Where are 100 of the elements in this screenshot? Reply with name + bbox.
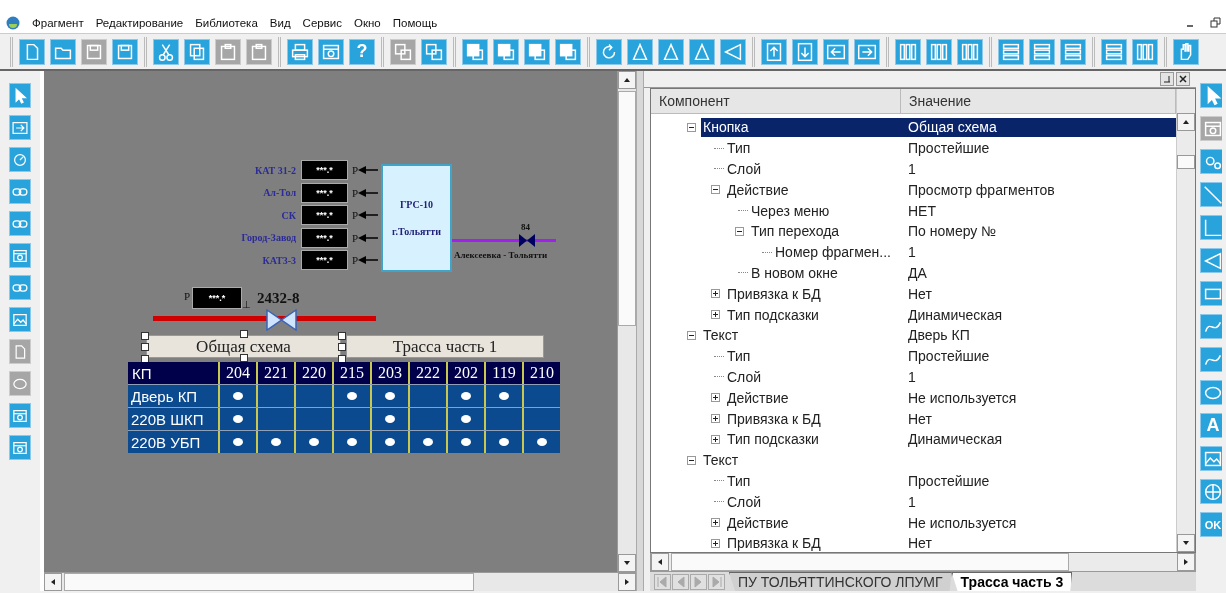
scroll-left-button[interactable] — [651, 553, 669, 571]
scroll-left-button[interactable] — [44, 573, 62, 591]
overlap-squares-icon[interactable] — [524, 38, 550, 65]
columns-icon[interactable] — [895, 38, 921, 65]
mirror-icon[interactable] — [689, 38, 715, 65]
corner-icon[interactable] — [1200, 215, 1222, 240]
expand-icon[interactable] — [710, 393, 720, 403]
collapse-icon[interactable] — [686, 330, 696, 340]
folder-icon[interactable] — [50, 38, 76, 65]
scroll-down-button[interactable] — [618, 554, 636, 572]
tree-row[interactable]: Кнопка Общая схема — [701, 117, 1176, 137]
cursor-icon[interactable] — [9, 83, 31, 108]
tree-row[interactable]: Привязка к БД Нет — [725, 533, 1176, 552]
tree-row[interactable]: Действие Просмотр фрагментов — [725, 180, 1176, 200]
scroll-right-button[interactable] — [618, 573, 636, 591]
tree-row[interactable]: Номер фрагмен... 1 — [773, 242, 1176, 262]
gear-icon[interactable] — [1200, 149, 1222, 174]
window-icon[interactable] — [9, 403, 31, 428]
picture-icon[interactable] — [1200, 446, 1222, 471]
arrow-down-icon[interactable] — [792, 38, 818, 65]
selection-handle[interactable] — [240, 330, 248, 338]
tree-row[interactable]: Через меню НЕТ — [749, 201, 1176, 221]
sheet-tab[interactable]: Трасса часть 3 — [951, 572, 1073, 591]
collapse-icon[interactable] — [734, 226, 744, 236]
expand-icon[interactable] — [710, 310, 720, 320]
rectangle-icon[interactable] — [1200, 281, 1222, 306]
menu-item[interactable]: Сервис — [302, 16, 342, 29]
line-icon[interactable] — [1200, 182, 1222, 207]
columns-icon[interactable] — [957, 38, 983, 65]
gauge-icon[interactable] — [9, 147, 31, 172]
tree-row[interactable]: Текст Дверь КП — [701, 325, 1176, 345]
tree-row[interactable]: Текст — [701, 450, 1176, 470]
rows-icon[interactable] — [1060, 38, 1086, 65]
arrow-left-icon[interactable] — [823, 38, 849, 65]
cursor-icon[interactable] — [1200, 83, 1222, 108]
tree-row[interactable]: Тип Простейшие — [725, 138, 1176, 158]
expand-icon[interactable] — [710, 434, 720, 444]
overlap-squares-icon[interactable] — [555, 38, 581, 65]
rotate-icon[interactable] — [596, 38, 622, 65]
menu-item[interactable]: Редактирование — [95, 16, 184, 29]
scheme-button[interactable]: Общая схема — [146, 335, 341, 358]
arrow-up-icon[interactable] — [761, 38, 787, 65]
crosshair-icon[interactable] — [1200, 479, 1222, 504]
tab-scroll-icon[interactable] — [708, 574, 725, 590]
document-icon[interactable] — [19, 38, 45, 65]
column-header[interactable]: Компонент — [651, 89, 901, 113]
triangle-icon[interactable] — [1200, 248, 1222, 273]
sheet-tab[interactable]: ПУ ТОЛЬЯТТИНСКОГО ЛПУМГ — [729, 572, 952, 591]
tab-scroll-icon[interactable] — [690, 574, 707, 590]
window-icon[interactable] — [318, 38, 344, 65]
link-icon[interactable] — [9, 275, 31, 300]
tree-row[interactable]: Тип подсказки Динамическая — [725, 429, 1176, 449]
tree-row[interactable]: Привязка к БД Нет — [725, 409, 1176, 429]
columns-icon[interactable] — [926, 38, 952, 65]
restore-icon[interactable] — [1209, 16, 1222, 29]
expand-icon[interactable] — [710, 289, 720, 299]
columns-icon[interactable] — [1132, 38, 1158, 65]
rows-icon[interactable] — [1029, 38, 1055, 65]
selection-handle[interactable] — [240, 354, 248, 362]
menu-item[interactable]: Помощь — [392, 16, 438, 29]
tree-row[interactable]: Слой 1 — [725, 492, 1176, 512]
copy-icon[interactable] — [184, 38, 210, 65]
arrow-right-icon[interactable] — [9, 115, 31, 140]
scroll-down-button[interactable] — [1177, 534, 1195, 552]
mirror-icon[interactable] — [627, 38, 653, 65]
tree-row[interactable]: Слой 1 — [725, 367, 1176, 387]
scroll-up-button[interactable] — [618, 71, 636, 89]
overlap-squares-icon[interactable] — [462, 38, 488, 65]
close-icon[interactable] — [1176, 72, 1190, 86]
rows-icon[interactable] — [1101, 38, 1127, 65]
scheme-button[interactable]: Трасса часть 1 — [346, 335, 544, 358]
link-icon[interactable] — [9, 211, 31, 236]
printer-icon[interactable] — [287, 38, 313, 65]
overlap-squares-icon[interactable] — [493, 38, 519, 65]
curve-icon[interactable] — [1200, 314, 1222, 339]
expand-icon[interactable] — [710, 414, 720, 424]
expand-icon[interactable] — [710, 538, 720, 548]
scrollbar-thumb[interactable] — [64, 573, 474, 591]
mirror-icon[interactable] — [658, 38, 684, 65]
collapse-icon[interactable] — [686, 122, 696, 132]
hand-icon[interactable] — [1173, 38, 1199, 65]
scrollbar-thumb[interactable] — [671, 553, 1069, 571]
curve-icon[interactable] — [1200, 347, 1222, 372]
rows-icon[interactable] — [998, 38, 1024, 65]
tree-row[interactable]: Действие Не используется — [725, 388, 1176, 408]
picture-icon[interactable] — [9, 307, 31, 332]
arrow-right-icon[interactable] — [854, 38, 880, 65]
link-icon[interactable] — [9, 179, 31, 204]
menu-item[interactable]: Библиотека — [195, 16, 258, 29]
menu-item[interactable]: Вид — [269, 16, 291, 29]
menu-item[interactable]: Фрагмент — [32, 16, 84, 29]
tree-row[interactable]: В новом окне ДА — [749, 263, 1176, 283]
tree-row[interactable]: Тип Простейшие — [725, 471, 1176, 491]
expand-icon[interactable] — [710, 518, 720, 528]
window-icon[interactable] — [9, 435, 31, 460]
collapse-icon[interactable] — [710, 185, 720, 195]
selection-icon[interactable] — [421, 38, 447, 65]
scissors-icon[interactable] — [153, 38, 179, 65]
tree-row[interactable]: Привязка к БД Нет — [725, 284, 1176, 304]
tree-row[interactable]: Тип Простейшие — [725, 346, 1176, 366]
